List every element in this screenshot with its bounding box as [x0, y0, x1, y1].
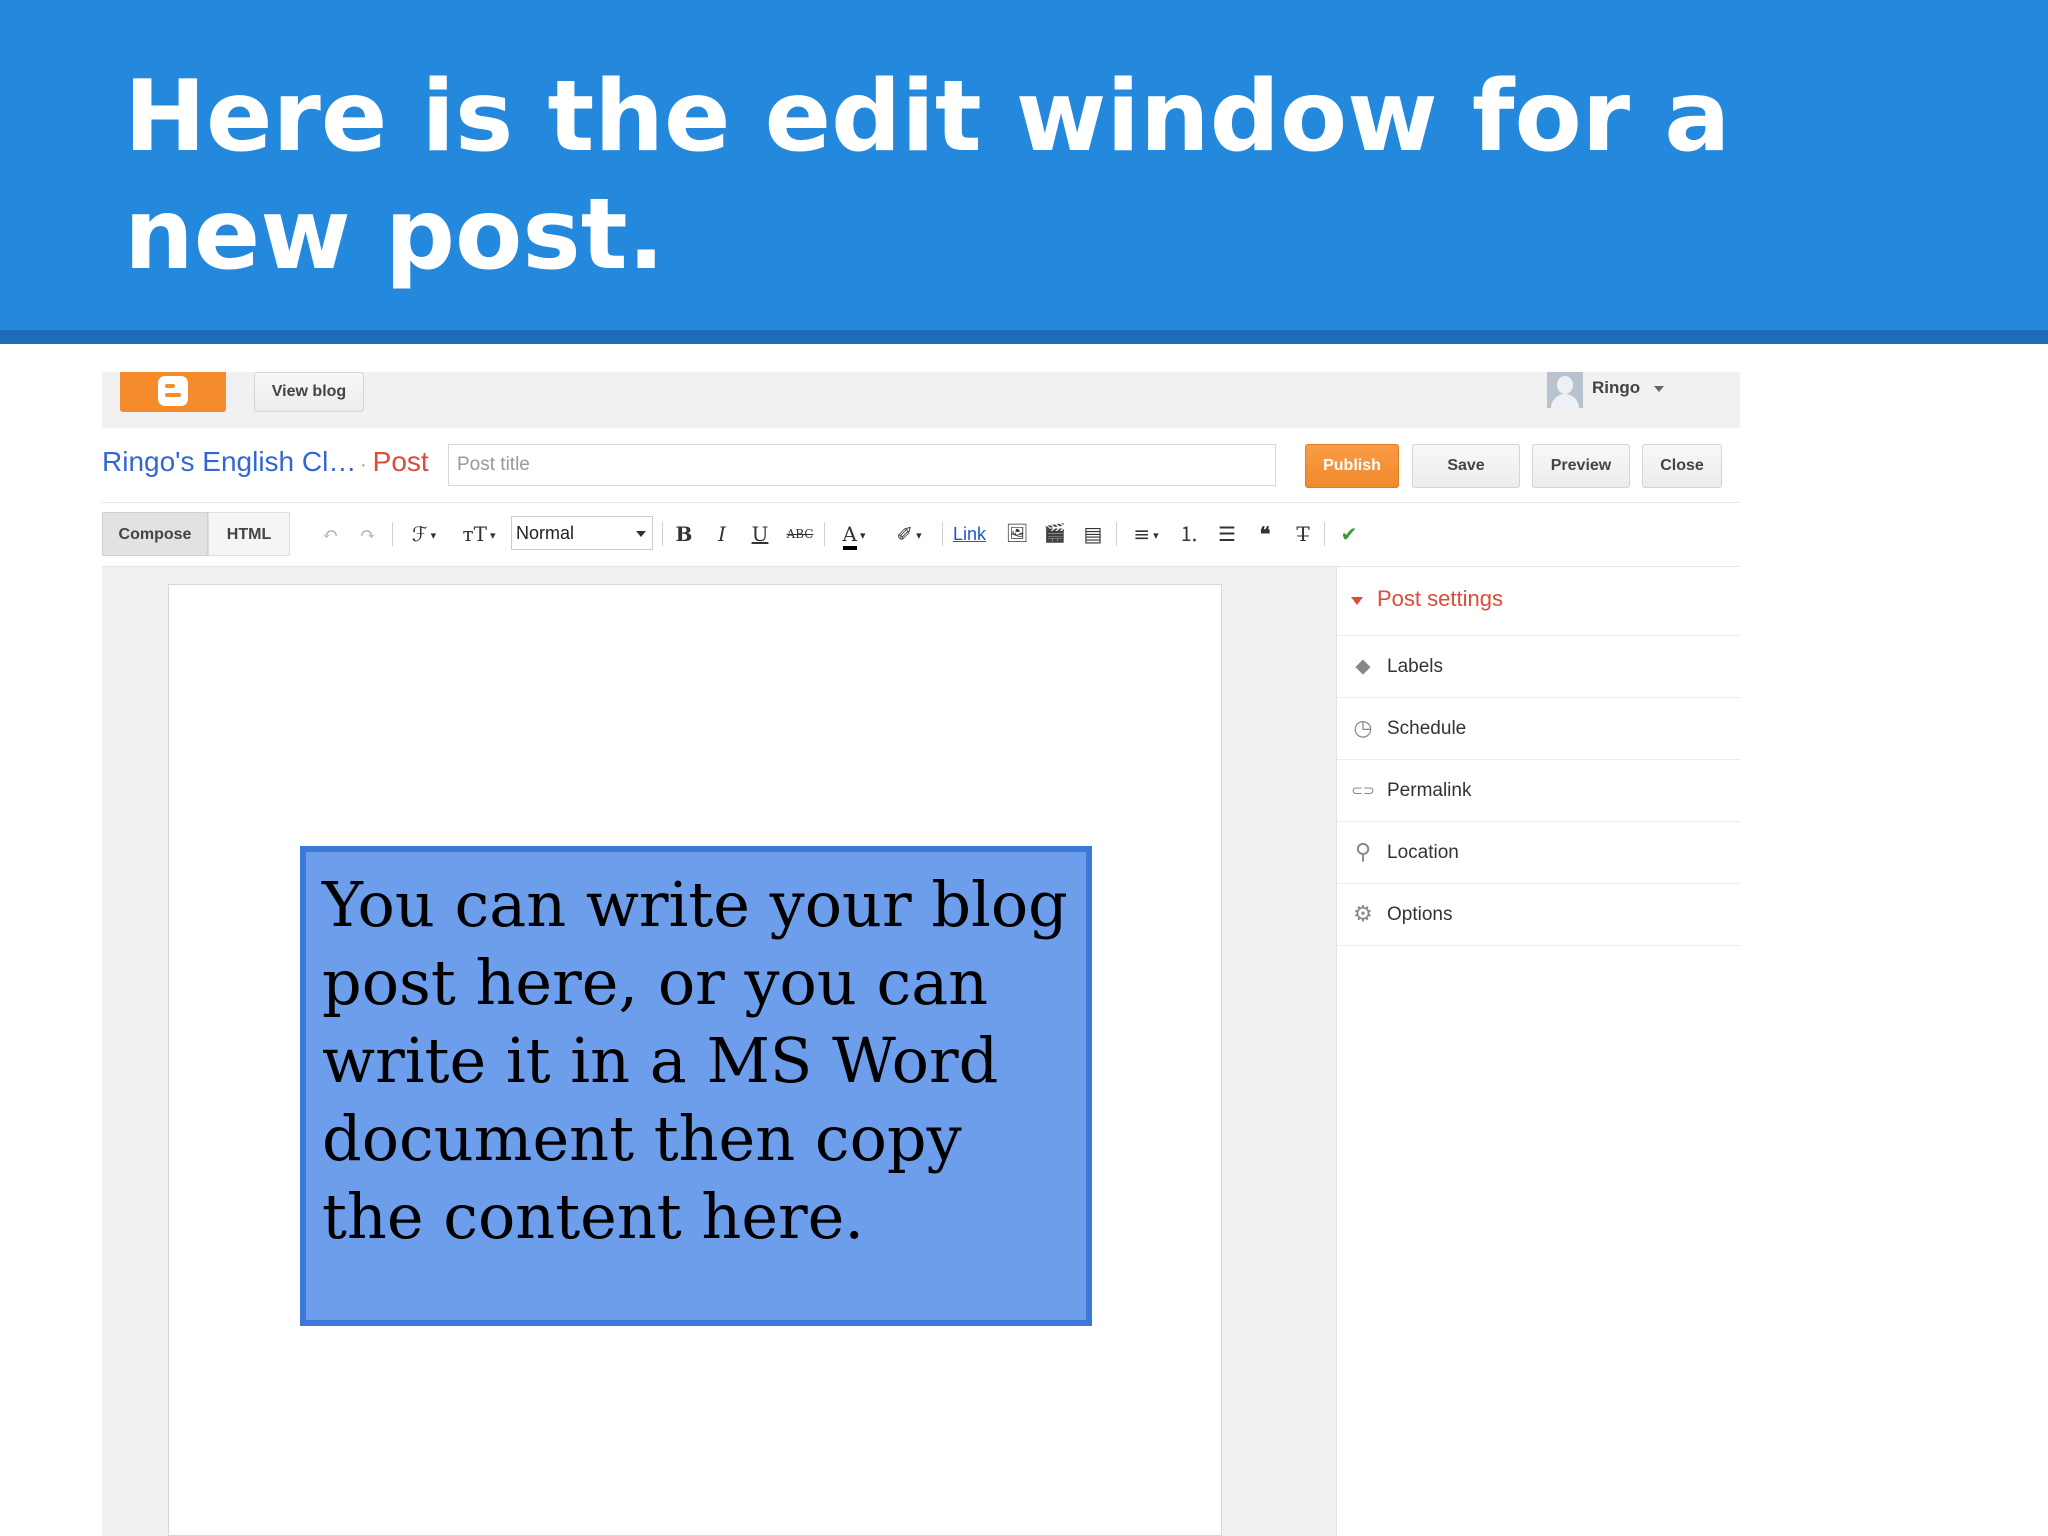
- align-icon: ≡: [1133, 522, 1151, 546]
- bold-icon[interactable]: B: [670, 518, 698, 550]
- quote-icon[interactable]: ❝: [1250, 518, 1280, 550]
- toolbar-separator: [1116, 522, 1117, 546]
- clock-icon: ◷: [1353, 716, 1373, 741]
- toolbar-separator: [824, 522, 825, 546]
- link-icon: ⊂⊃: [1351, 783, 1375, 799]
- chevron-down-icon: ▾: [859, 528, 866, 542]
- post-settings-label: Post settings: [1377, 586, 1503, 611]
- clear-format-icon[interactable]: T̶: [1288, 518, 1318, 550]
- post-breadcrumb: · Post: [360, 446, 429, 478]
- spellcheck-icon[interactable]: ✔: [1334, 518, 1364, 550]
- sidebar-item-location[interactable]: ⚲ Location: [1337, 822, 1740, 884]
- video-icon[interactable]: 🎬: [1040, 518, 1070, 550]
- sidebar-item-label: Labels: [1387, 656, 1443, 677]
- highlight-button[interactable]: ✐ ▾: [886, 518, 932, 550]
- breadcrumb-separator: ·: [360, 454, 367, 476]
- chevron-down-icon[interactable]: [1654, 386, 1664, 392]
- format-select[interactable]: Normal: [511, 516, 653, 550]
- banner-stripe: [0, 330, 2048, 344]
- highlight-icon: ✐: [896, 522, 914, 546]
- post-title-input[interactable]: [448, 444, 1276, 486]
- blogger-editor-screenshot: View blog Ringo Ringo's English Cl… · Pos…: [102, 372, 1740, 1536]
- publish-button[interactable]: Publish: [1305, 444, 1399, 488]
- tab-compose[interactable]: Compose: [102, 512, 208, 556]
- view-blog-button[interactable]: View blog: [254, 372, 364, 412]
- underline-icon[interactable]: U: [746, 518, 774, 550]
- redo-icon[interactable]: ↷: [354, 518, 382, 550]
- location-pin-icon: ⚲: [1354, 840, 1372, 865]
- triangle-down-icon: [1351, 597, 1363, 605]
- sidebar-item-label: Options: [1387, 904, 1453, 925]
- italic-icon[interactable]: I: [708, 518, 736, 550]
- font-icon: ℱ: [411, 522, 428, 546]
- image-icon[interactable]: 🖼: [1002, 518, 1032, 550]
- divider: [102, 502, 1740, 503]
- chevron-down-icon: [636, 531, 646, 537]
- format-selected-value: Normal: [516, 523, 575, 543]
- post-settings-sidebar: Post settings ⬥ Labels ◷ Schedule ⊂⊃ Per…: [1336, 567, 1740, 1536]
- sidebar-item-options[interactable]: ⚙ Options: [1337, 884, 1740, 946]
- label-tag-icon: ⬥: [1355, 654, 1371, 679]
- font-family-button[interactable]: ℱ ▾: [402, 518, 446, 550]
- sidebar-item-label: Schedule: [1387, 718, 1467, 739]
- instruction-callout: You can write your blog post here, or yo…: [300, 846, 1092, 1326]
- blog-name-link[interactable]: Ringo's English Cl…: [102, 446, 356, 478]
- user-name[interactable]: Ringo: [1592, 378, 1640, 398]
- text-color-icon: A: [842, 522, 857, 550]
- link-button[interactable]: Link: [953, 518, 986, 550]
- font-size-icon: тT: [462, 522, 487, 546]
- post-settings-header[interactable]: Post settings: [1337, 567, 1740, 636]
- text-color-button[interactable]: A ▾: [832, 518, 876, 550]
- toolbar-separator: [662, 522, 663, 546]
- sidebar-item-permalink[interactable]: ⊂⊃ Permalink: [1337, 760, 1740, 822]
- numbered-list-icon[interactable]: ⒈: [1174, 518, 1204, 550]
- align-button[interactable]: ≡ ▾: [1124, 518, 1168, 550]
- chevron-down-icon: ▾: [489, 528, 496, 542]
- save-button[interactable]: Save: [1412, 444, 1520, 488]
- toolbar-separator: [392, 522, 393, 546]
- top-bar: View blog Ringo: [102, 372, 1740, 428]
- sidebar-item-label: Permalink: [1387, 780, 1472, 801]
- sidebar-item-schedule[interactable]: ◷ Schedule: [1337, 698, 1740, 760]
- sidebar-item-labels[interactable]: ⬥ Labels: [1337, 636, 1740, 698]
- blogger-logo[interactable]: [120, 372, 226, 412]
- gear-icon: ⚙: [1353, 902, 1373, 927]
- avatar-icon[interactable]: [1547, 372, 1583, 408]
- preview-button[interactable]: Preview: [1532, 444, 1630, 488]
- sidebar-item-label: Location: [1387, 842, 1459, 863]
- chevron-down-icon: ▾: [916, 528, 922, 542]
- blogger-icon: [158, 376, 188, 406]
- strikethrough-icon[interactable]: ABC: [782, 518, 818, 550]
- toolbar-separator: [942, 522, 943, 546]
- close-button[interactable]: Close: [1642, 444, 1722, 488]
- chevron-down-icon: ▾: [1153, 528, 1159, 542]
- jump-break-icon[interactable]: ▤: [1078, 518, 1108, 550]
- slide-title: Here is the edit window for a new post.: [124, 60, 1731, 292]
- toolbar-separator: [1324, 522, 1325, 546]
- tab-html[interactable]: HTML: [208, 512, 290, 556]
- chevron-down-icon: ▾: [430, 528, 437, 542]
- font-size-button[interactable]: тT ▾: [456, 518, 502, 550]
- post-label: Post: [372, 446, 429, 477]
- undo-icon[interactable]: ↶: [316, 518, 344, 550]
- bullet-list-icon[interactable]: ☰: [1212, 518, 1242, 550]
